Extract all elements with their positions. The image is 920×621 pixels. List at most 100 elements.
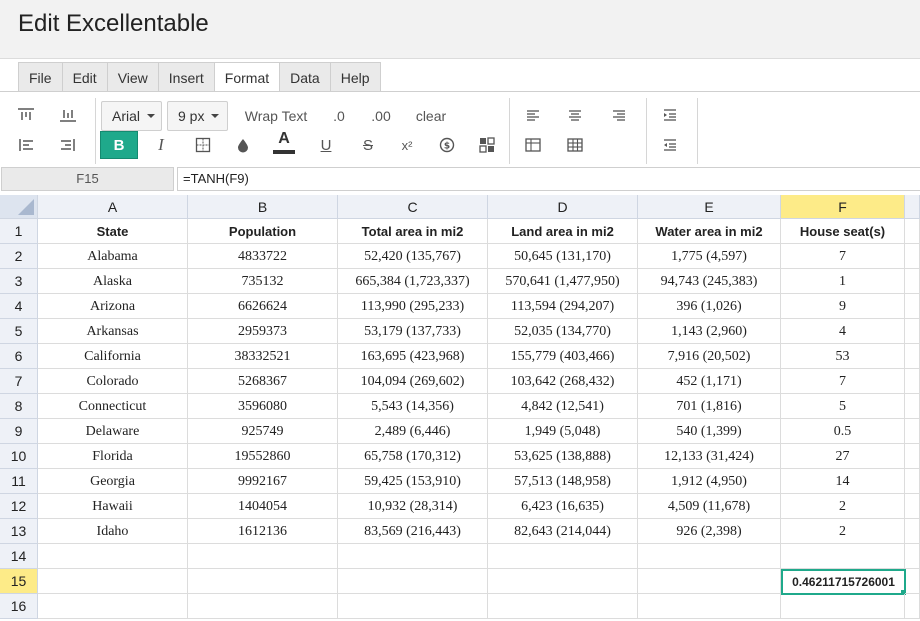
decrease-indent-icon[interactable] — [659, 131, 681, 159]
align-right-icon[interactable] — [608, 101, 630, 129]
row-header[interactable]: 4 — [0, 294, 38, 319]
table-cell[interactable]: 665,384 (1,723,337) — [338, 269, 488, 294]
table-cell[interactable] — [338, 544, 488, 569]
underline-button[interactable]: U — [316, 131, 336, 159]
table-cell[interactable]: 1404054 — [188, 494, 338, 519]
table-cell[interactable]: Idaho — [38, 519, 188, 544]
indent-left-icon[interactable] — [14, 131, 38, 159]
table-cell[interactable]: 53 — [781, 344, 905, 369]
menu-data[interactable]: Data — [279, 62, 330, 92]
menu-file[interactable]: File — [18, 62, 62, 92]
fill-color-icon[interactable] — [232, 131, 254, 159]
table-cell[interactable]: Hawaii — [38, 494, 188, 519]
table-cell[interactable]: 2959373 — [188, 319, 338, 344]
column-header-b[interactable]: B — [188, 195, 338, 219]
table-cell[interactable]: Alabama — [38, 244, 188, 269]
table-cell[interactable]: 57,513 (148,958) — [488, 469, 638, 494]
table-cell[interactable]: 5 — [781, 394, 905, 419]
table-cell[interactable]: 926 (2,398) — [638, 519, 781, 544]
conditional-format-icon[interactable] — [476, 131, 498, 159]
table-cell[interactable] — [905, 569, 920, 594]
font-family-select[interactable]: Arial — [101, 101, 162, 131]
column-header-c[interactable]: C — [338, 195, 488, 219]
table-cell[interactable]: 9992167 — [188, 469, 338, 494]
table-cell[interactable] — [188, 594, 338, 619]
table-cell[interactable] — [905, 469, 920, 494]
align-center-icon[interactable] — [564, 101, 586, 129]
column-header-f[interactable]: F — [781, 195, 905, 219]
table-cell[interactable] — [905, 444, 920, 469]
table-cell[interactable]: 163,695 (423,968) — [338, 344, 488, 369]
table-cell[interactable]: 925749 — [188, 419, 338, 444]
table-cell[interactable] — [638, 594, 781, 619]
table-cell[interactable]: 7 — [781, 244, 905, 269]
grid-icon[interactable] — [564, 131, 586, 159]
table-cell[interactable] — [188, 544, 338, 569]
row-header[interactable]: 8 — [0, 394, 38, 419]
clear-format-button[interactable]: clear — [411, 102, 451, 130]
table-cell[interactable] — [905, 319, 920, 344]
row-header[interactable]: 3 — [0, 269, 38, 294]
table-cell[interactable] — [905, 369, 920, 394]
align-bottom-icon[interactable] — [56, 101, 80, 129]
row-header[interactable]: 16 — [0, 594, 38, 619]
table-cell[interactable]: 53,179 (137,733) — [338, 319, 488, 344]
table-cell[interactable]: Connecticut — [38, 394, 188, 419]
table-cell[interactable]: 52,035 (134,770) — [488, 319, 638, 344]
text-color-button[interactable]: A — [272, 128, 296, 156]
table-cell[interactable]: Georgia — [38, 469, 188, 494]
font-size-select[interactable]: 9 px — [167, 101, 228, 131]
table-cell[interactable]: 113,990 (295,233) — [338, 294, 488, 319]
table-cell[interactable]: 1,912 (4,950) — [638, 469, 781, 494]
table-cell[interactable]: 10,932 (28,314) — [338, 494, 488, 519]
table-cell[interactable]: 2,489 (6,446) — [338, 419, 488, 444]
table-cell[interactable] — [905, 494, 920, 519]
row-header[interactable]: 14 — [0, 544, 38, 569]
table-cell[interactable] — [638, 569, 781, 594]
table-cell[interactable] — [905, 294, 920, 319]
table-cell[interactable]: 3596080 — [188, 394, 338, 419]
table-cell[interactable]: 9 — [781, 294, 905, 319]
table-cell[interactable]: 83,569 (216,443) — [338, 519, 488, 544]
table-cell[interactable]: 19552860 — [188, 444, 338, 469]
table-cell[interactable]: 50,645 (131,170) — [488, 244, 638, 269]
row-header[interactable]: 11 — [0, 469, 38, 494]
table-cell[interactable]: 1,143 (2,960) — [638, 319, 781, 344]
cell-reference-box[interactable]: F15 — [1, 167, 174, 191]
row-header[interactable]: 12 — [0, 494, 38, 519]
table-cell[interactable] — [905, 594, 920, 619]
table-cell[interactable] — [188, 569, 338, 594]
bold-button[interactable]: B — [100, 131, 138, 159]
table-cell[interactable] — [905, 519, 920, 544]
table-cell[interactable]: 52,420 (135,767) — [338, 244, 488, 269]
table-cell[interactable]: Arkansas — [38, 319, 188, 344]
align-left-icon[interactable] — [522, 101, 544, 129]
table-cell[interactable]: 4833722 — [188, 244, 338, 269]
table-cell[interactable] — [905, 544, 920, 569]
table-cell[interactable] — [905, 244, 920, 269]
table-cell[interactable]: California — [38, 344, 188, 369]
table-cell[interactable] — [488, 594, 638, 619]
table-cell[interactable]: 540 (1,399) — [638, 419, 781, 444]
header-cell[interactable]: Land area in mi2 — [488, 219, 638, 244]
table-cell[interactable]: 82,643 (214,044) — [488, 519, 638, 544]
column-header-e[interactable]: E — [638, 195, 781, 219]
row-header[interactable]: 5 — [0, 319, 38, 344]
row-header[interactable]: 7 — [0, 369, 38, 394]
table-cell[interactable]: 5268367 — [188, 369, 338, 394]
row-header[interactable]: 1 — [0, 219, 38, 244]
table-cell[interactable] — [781, 544, 905, 569]
table-cell[interactable]: 2 — [781, 494, 905, 519]
italic-button[interactable]: I — [150, 131, 172, 159]
indent-right-icon[interactable] — [56, 131, 80, 159]
table-cell[interactable]: Florida — [38, 444, 188, 469]
table-cell[interactable]: 27 — [781, 444, 905, 469]
strikethrough-button[interactable]: S — [358, 131, 378, 159]
currency-icon[interactable]: $ — [436, 131, 458, 159]
row-header[interactable]: 13 — [0, 519, 38, 544]
header-cell[interactable]: Water area in mi2 — [638, 219, 781, 244]
increase-decimal-button[interactable]: .00 — [364, 102, 398, 130]
table-cell[interactable] — [905, 219, 920, 244]
table-cell[interactable]: Delaware — [38, 419, 188, 444]
table-cell[interactable] — [338, 569, 488, 594]
